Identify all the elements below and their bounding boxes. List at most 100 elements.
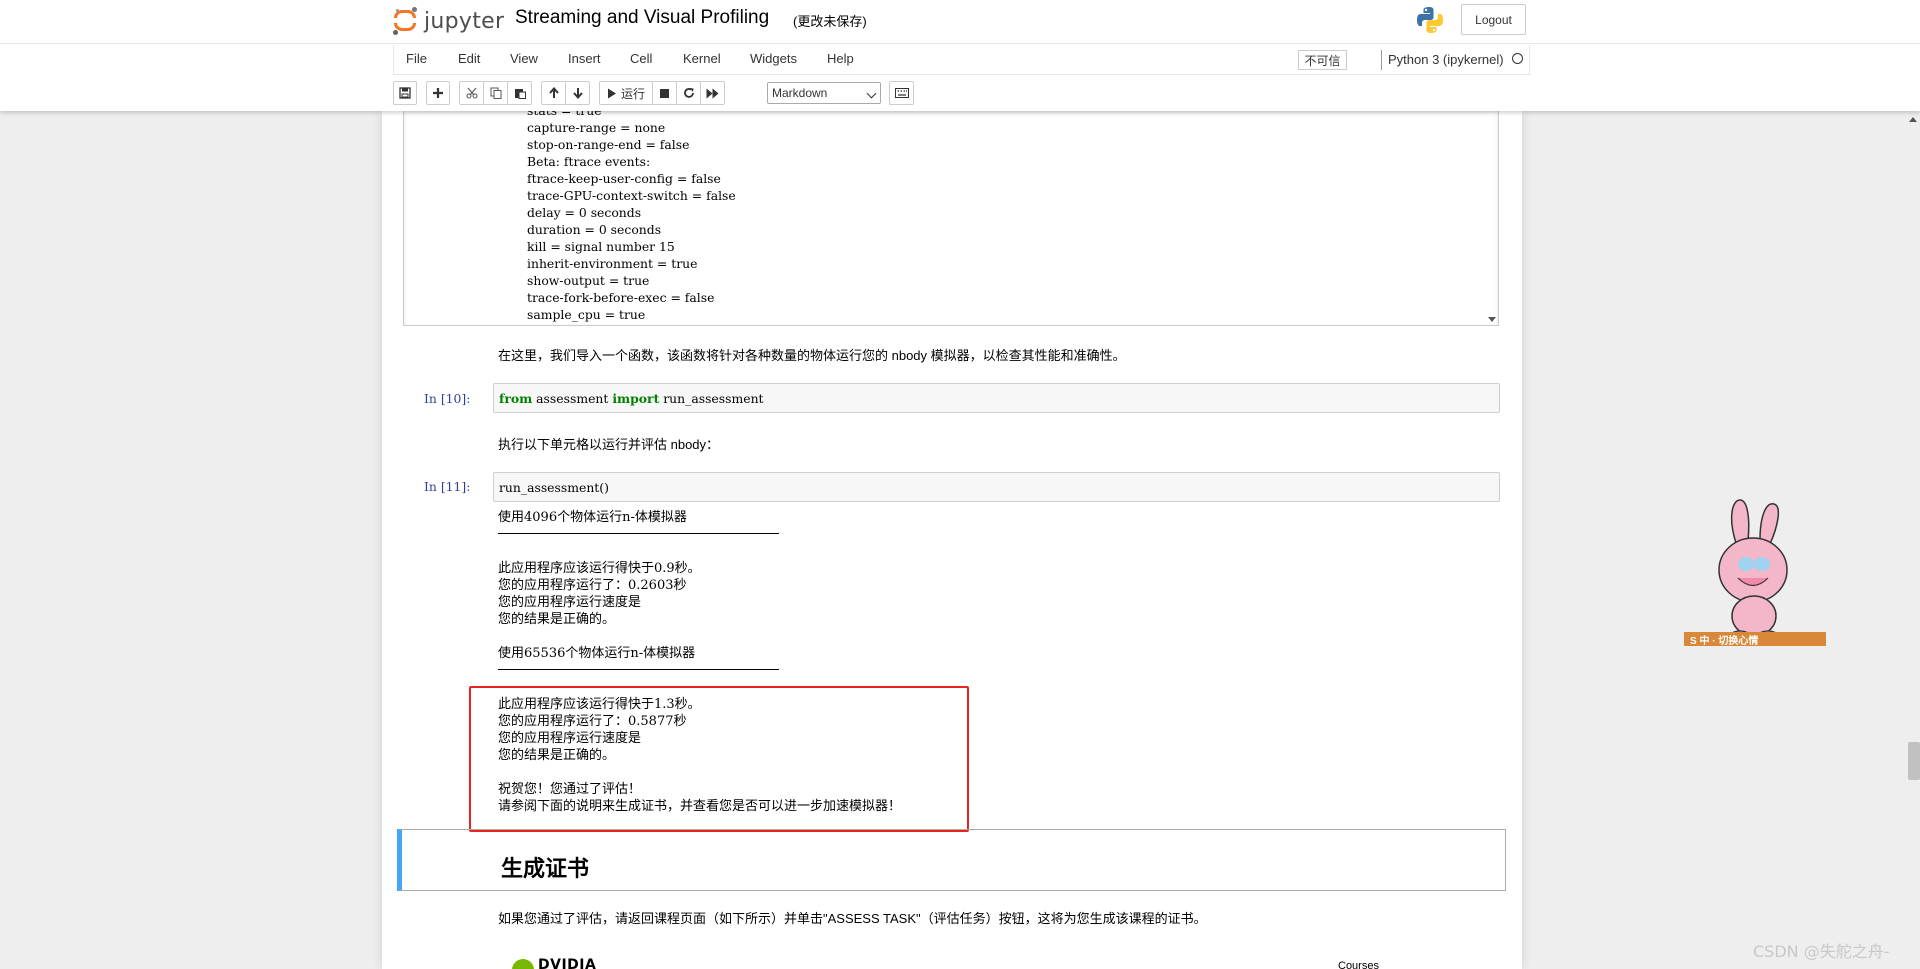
chevron-down-icon <box>866 88 877 99</box>
output-line: 您的应用程序运行了：0.2603秒 <box>498 578 687 593</box>
code-cell-11[interactable]: run_assessment() <box>493 472 1500 502</box>
output-line: 您的结果是正确的。 <box>498 612 616 627</box>
output-line: inherit-environment = true <box>527 256 698 271</box>
copy-button[interactable] <box>483 81 508 105</box>
mood-switch-label: S 中 · 切换心情 <box>1690 635 1759 647</box>
cell-type-value: Markdown <box>772 86 828 100</box>
code-line: from assessment import run_assessment <box>499 391 764 406</box>
notebook-container: stats = truecapture-range = none stop-on-… <box>382 111 1522 969</box>
output-result-4096: 此应用程序应该运行得快于0.9秒。 您的应用程序运行了：0.2603秒 您的应用程序… <box>498 560 701 628</box>
menu-view[interactable]: View <box>510 51 538 66</box>
menu-bar: File Edit View Insert Cell Kernel Widget… <box>393 45 1530 75</box>
output-title-65536: 使用65536个物体运行n-体模拟器 <box>498 646 696 661</box>
paste-button[interactable] <box>507 81 532 105</box>
fast-forward-icon <box>706 88 719 98</box>
bunny-mascot-icon[interactable] <box>1698 498 1828 648</box>
mood-switch-bar[interactable]: S 中 · 切换心情 <box>1684 632 1826 647</box>
code-line: run_assessment() <box>499 480 609 495</box>
notebook-header: jupyter Streaming and Visual Profiling (… <box>0 0 1920 111</box>
save-button[interactable] <box>393 81 417 105</box>
restart-run-all-button[interactable] <box>700 81 725 105</box>
plus-icon <box>433 88 443 98</box>
nvidia-logo: DVIDIA <box>512 957 596 969</box>
markdown-cell-intro: 在这里，我们导入一个函数，该函数将针对各种数量的物体运行您的 nbody 模拟器… <box>498 348 1126 363</box>
jupyter-logo-text: jupyter <box>424 8 505 34</box>
trusted-indicator[interactable]: 不可信 <box>1298 50 1347 70</box>
arrow-down-icon <box>572 88 583 99</box>
menu-kernel[interactable]: Kernel <box>683 51 721 66</box>
output-line: capture-range = none <box>527 120 666 135</box>
logout-button[interactable]: Logout <box>1461 4 1526 35</box>
arrow-up-icon <box>548 87 559 98</box>
cell-type-select[interactable]: Markdown <box>767 82 881 104</box>
scrolled-output[interactable]: stats = truecapture-range = none stop-on-… <box>403 111 1499 326</box>
kernel-separator <box>1381 50 1382 70</box>
menu-insert[interactable]: Insert <box>568 51 601 66</box>
move-up-button[interactable] <box>541 81 566 105</box>
markdown-cell-run: 执行以下单元格以运行并评估 nbody： <box>498 437 720 452</box>
insert-cell-button[interactable] <box>426 81 450 105</box>
selected-markdown-cell[interactable]: 生成证书 <box>397 829 1506 891</box>
output-divider <box>498 669 779 670</box>
stop-icon <box>660 88 669 98</box>
restart-icon <box>683 88 694 98</box>
header-top-bar: jupyter Streaming and Visual Profiling (… <box>0 0 1920 44</box>
menu-edit[interactable]: Edit <box>458 51 480 66</box>
copy-icon <box>490 87 501 99</box>
output-line: duration = 0 seconds <box>527 222 662 237</box>
output-title-4096: 使用4096个物体运行n-体模拟器 <box>498 510 687 525</box>
menu-cell[interactable]: Cell <box>630 51 652 66</box>
autosave-status: (更改未保存) <box>793 14 867 29</box>
scissors-icon <box>466 87 477 99</box>
restart-button[interactable] <box>676 81 701 105</box>
paste-icon <box>514 89 526 99</box>
menu-help[interactable]: Help <box>827 51 854 66</box>
kernel-name[interactable]: Python 3 (ipykernel) <box>1388 52 1504 67</box>
menu-file[interactable]: File <box>406 51 427 66</box>
code-cell-10[interactable]: from assessment import run_assessment <box>493 383 1500 413</box>
output-divider <box>498 533 779 534</box>
output-line: Beta: ftrace events: <box>527 154 651 169</box>
page-scroll-up-icon[interactable] <box>1909 117 1917 122</box>
jupyter-logo[interactable]: jupyter <box>393 4 504 38</box>
output-line: sample_cpu = true <box>527 307 646 322</box>
output-line: stop-on-range-end = false <box>527 137 690 152</box>
cell-prompt-10: In [10]: <box>424 391 471 406</box>
section-heading: 生成证书 <box>501 857 590 882</box>
main-toolbar: 运行 Markdown <box>393 81 1530 107</box>
notebook-site[interactable]: stats = truecapture-range = none stop-on-… <box>0 111 1920 969</box>
play-icon <box>607 88 616 98</box>
jupyter-logo-icon <box>393 7 419 35</box>
highlight-box <box>469 686 969 832</box>
output-line: ftrace-keep-user-config = false <box>527 171 721 186</box>
interrupt-button[interactable] <box>652 81 677 105</box>
output-line: trace-GPU-context-switch = false <box>527 188 736 203</box>
markdown-cell-certificate: 如果您通过了评估，请返回课程页面（如下所示）并单击"ASSESS TASK"（评… <box>498 911 1207 926</box>
output-line: stats = true <box>527 111 736 119</box>
output-line: show-output = true <box>527 273 650 288</box>
run-button[interactable]: 运行 <box>599 81 653 105</box>
scrolled-output-text: stats = truecapture-range = none stop-on-… <box>527 111 736 325</box>
notebook-name[interactable]: Streaming and Visual Profiling <box>515 7 769 29</box>
python-icon <box>1417 7 1443 33</box>
menu-widgets[interactable]: Widgets <box>750 51 797 66</box>
output-scroll-down-icon[interactable] <box>1488 317 1496 322</box>
cell-prompt-11: In [11]: <box>424 479 471 494</box>
output-line: delay = 0 seconds <box>527 205 642 220</box>
nvidia-logo-text: DVIDIA <box>538 957 597 969</box>
page-scrollbar-thumb[interactable] <box>1908 742 1920 780</box>
output-line: trace-fork-before-exec = false <box>527 290 715 305</box>
output-line: backtrace-method = LBR <box>527 323 736 325</box>
command-palette-button[interactable] <box>889 81 914 105</box>
output-line: kill = signal number 15 <box>527 239 675 254</box>
kernel-idle-icon <box>1512 53 1523 64</box>
move-down-button[interactable] <box>565 81 590 105</box>
run-button-label: 运行 <box>620 86 645 101</box>
output-line: 此应用程序应该运行得快于0.9秒。 <box>498 561 701 576</box>
cut-button[interactable] <box>459 81 484 105</box>
save-icon <box>399 87 411 99</box>
output-line: 您的应用程序运行速度是 <box>498 595 642 610</box>
courses-label: Courses <box>1338 960 1379 969</box>
csdn-watermark: CSDN @失舵之舟- <box>1753 942 1890 961</box>
nvidia-eye-icon <box>512 959 534 969</box>
